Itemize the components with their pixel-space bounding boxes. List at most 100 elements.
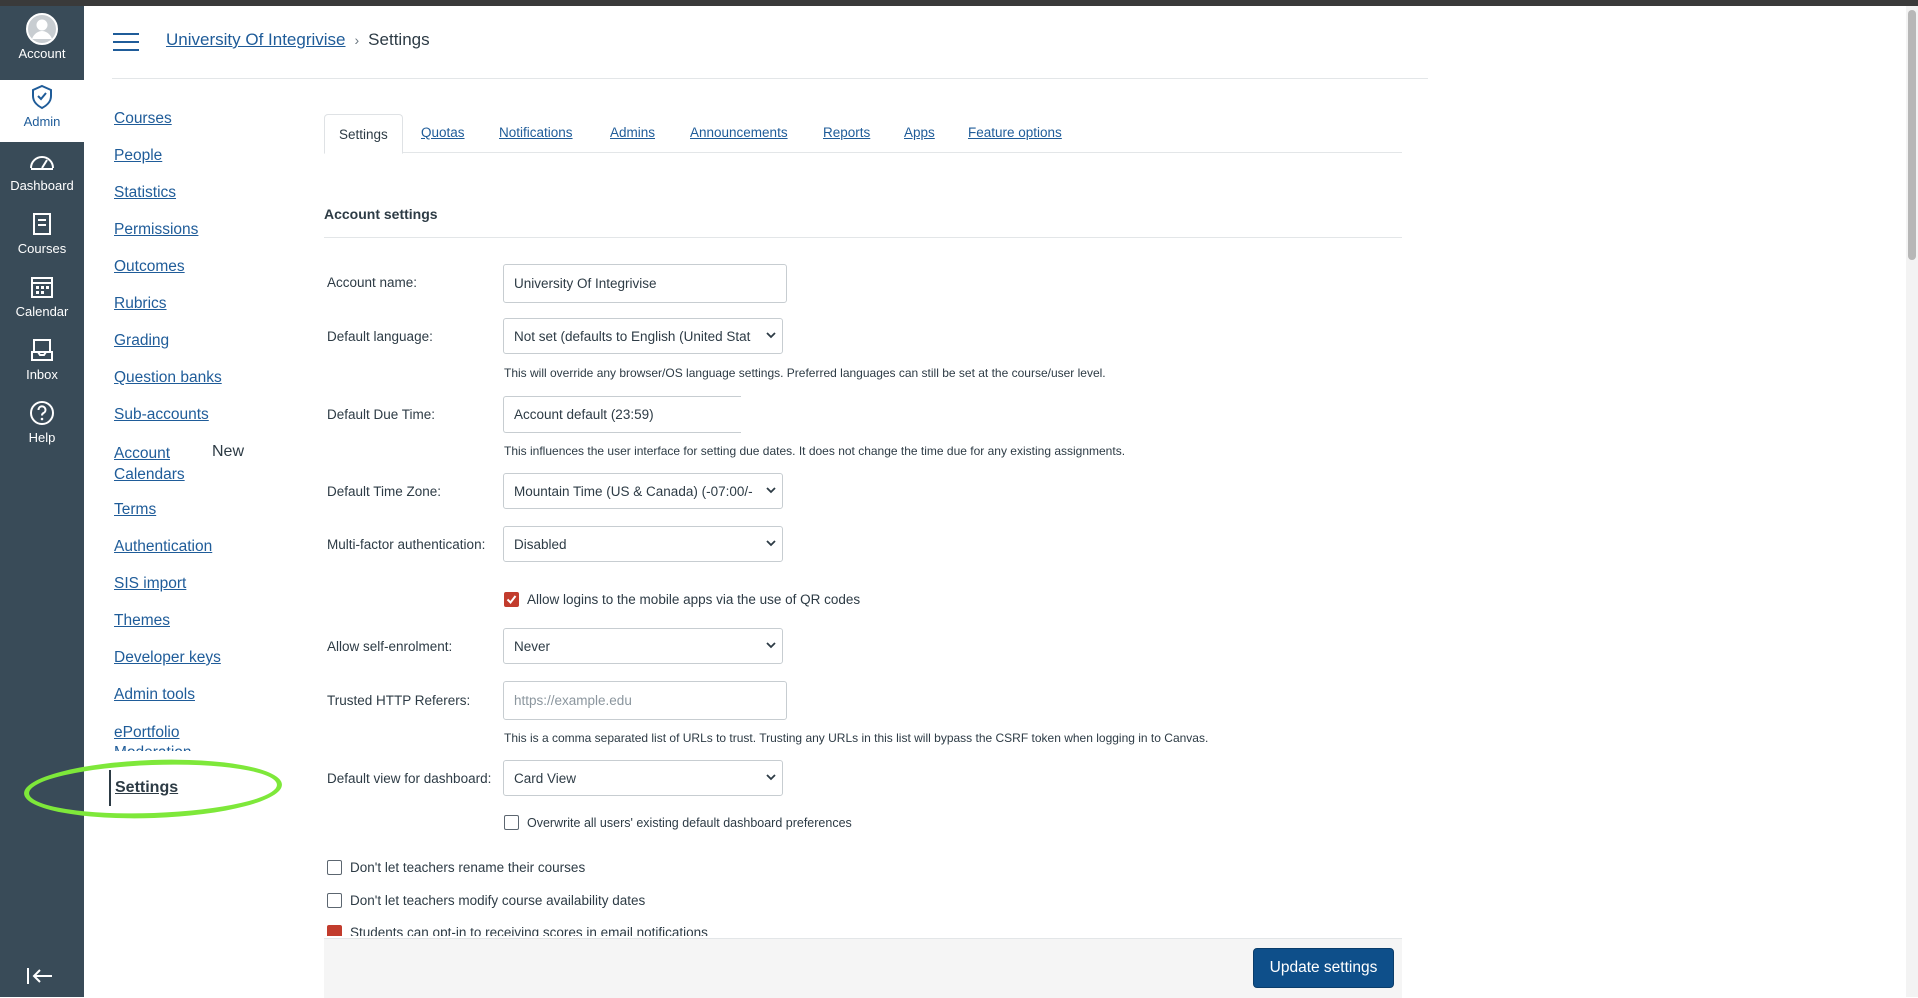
inbox-icon [30, 333, 54, 367]
global-nav-label: Inbox [26, 367, 58, 382]
due-time-hint: This influences the user interface for s… [504, 444, 1126, 458]
collapse-nav-icon[interactable] [26, 966, 58, 990]
subnav-authentication[interactable]: Authentication [114, 538, 212, 556]
subnav-courses[interactable]: Courses [114, 110, 172, 128]
subnav-permissions[interactable]: Permissions [114, 221, 198, 239]
global-nav-help[interactable]: Help [0, 396, 84, 458]
checkmark-icon [506, 595, 517, 605]
http-referers-input[interactable]: https://example.edu [503, 681, 787, 720]
chevron-down-icon [766, 774, 776, 781]
global-nav: Account Admin Dashboard Courses Calendar… [0, 6, 84, 997]
dashboard-view-value: Card View [514, 770, 577, 786]
global-nav-label: Courses [17, 241, 67, 256]
subnav-account-calendars[interactable]: Account Calendars [114, 443, 194, 485]
scrollbar-thumb[interactable] [1908, 10, 1916, 260]
form-actions-bar [324, 938, 1402, 998]
update-settings-button[interactable]: Update settings [1253, 948, 1394, 988]
tab-reports[interactable]: Reports [823, 114, 870, 151]
scores-email-checkbox-row: Students can opt-in to receiving scores … [327, 925, 708, 936]
chevron-down-icon [766, 332, 776, 339]
http-referers-label: Trusted HTTP Referers: [327, 693, 471, 708]
subnav-developer-keys[interactable]: Developer keys [114, 649, 221, 667]
no-availability-checkbox[interactable] [327, 893, 342, 908]
chevron-down-icon [766, 642, 776, 649]
tab-admins[interactable]: Admins [610, 114, 655, 151]
dashboard-icon [28, 144, 56, 178]
chevron-down-icon [766, 487, 776, 494]
subnav-terms[interactable]: Terms [114, 501, 156, 519]
time-zone-select[interactable]: Mountain Time (US & Canada) (-07:00/- [503, 473, 783, 509]
breadcrumb-root-link[interactable]: University Of Integrivise [166, 30, 346, 50]
subnav-eportfolio-moderation[interactable]: ePortfolio Moderation [114, 723, 214, 751]
global-nav-account[interactable]: Account [0, 12, 84, 74]
qr-login-checkbox[interactable] [504, 592, 519, 607]
global-nav-calendar[interactable]: Calendar [0, 270, 84, 332]
tab-settings[interactable]: Settings [324, 114, 403, 154]
default-language-label: Default language: [327, 329, 433, 344]
global-nav-label: Calendar [15, 304, 69, 319]
global-nav-dashboard[interactable]: Dashboard [0, 144, 84, 206]
account-name-label: Account name: [327, 275, 418, 290]
global-nav-courses[interactable]: Courses [0, 207, 84, 269]
account-name-input[interactable]: University Of Integrivise [503, 264, 787, 303]
hamburger-menu-icon[interactable] [113, 33, 139, 55]
global-nav-label: Dashboard [10, 178, 74, 193]
help-icon [29, 396, 55, 430]
subnav-rubrics[interactable]: Rubrics [114, 295, 167, 313]
global-nav-label: Admin [23, 114, 61, 129]
subnav-outcomes[interactable]: Outcomes [114, 258, 185, 276]
http-referers-hint: This is a comma separated list of URLs t… [504, 731, 1209, 745]
qr-login-label: Allow logins to the mobile apps via the … [527, 592, 861, 607]
subnav-admin-tools[interactable]: Admin tools [114, 686, 195, 704]
dashboard-view-label: Default view for dashboard: [327, 771, 492, 786]
subnav-sub-accounts[interactable]: Sub-accounts [114, 406, 209, 424]
tab-apps[interactable]: Apps [904, 114, 935, 151]
book-icon [31, 207, 53, 241]
global-nav-admin[interactable]: Admin [0, 80, 84, 142]
settings-tabs: Settings Quotas Notifications Admins Ann… [324, 114, 1402, 154]
section-title: Account settings [324, 206, 438, 222]
subnav-statistics[interactable]: Statistics [114, 184, 176, 202]
scores-email-checkbox[interactable] [327, 925, 342, 936]
subnav-people[interactable]: People [114, 147, 162, 165]
section-divider [324, 237, 1402, 238]
no-rename-checkbox[interactable] [327, 860, 342, 875]
mfa-select[interactable]: Disabled [503, 526, 783, 562]
time-zone-label: Default Time Zone: [327, 484, 442, 499]
default-language-select[interactable]: Not set (defaults to English (United Sta… [503, 318, 783, 354]
overwrite-checkbox-row: Overwrite all users' existing default da… [504, 815, 852, 830]
due-time-input[interactable]: Account default (23:59) [503, 396, 741, 433]
dashboard-view-select[interactable]: Card View [503, 760, 783, 796]
self-enrol-label: Allow self-enrolment: [327, 639, 453, 654]
user-avatar-icon [25, 12, 59, 46]
subnav-themes[interactable]: Themes [114, 612, 170, 630]
header-divider [112, 78, 1428, 79]
tab-announcements[interactable]: Announcements [690, 114, 788, 151]
no-availability-label: Don't let teachers modify course availab… [350, 893, 646, 908]
global-nav-label: Account [18, 46, 66, 61]
subnav-grading[interactable]: Grading [114, 332, 169, 350]
due-time-label: Default Due Time: [327, 407, 436, 422]
qr-login-checkbox-row: Allow logins to the mobile apps via the … [504, 592, 860, 607]
self-enrol-value: Never [514, 638, 551, 654]
no-availability-checkbox-row: Don't let teachers modify course availab… [327, 893, 645, 908]
scores-email-label: Students can opt-in to receiving scores … [350, 925, 708, 936]
global-nav-inbox[interactable]: Inbox [0, 333, 84, 395]
chevron-down-icon [766, 540, 776, 547]
no-rename-checkbox-row: Don't let teachers rename their courses [327, 860, 585, 875]
overwrite-checkbox[interactable] [504, 815, 519, 830]
self-enrol-select[interactable]: Never [503, 628, 783, 664]
subnav-question-banks[interactable]: Question banks [114, 369, 222, 387]
mfa-value: Disabled [514, 536, 567, 552]
default-language-value: Not set (defaults to English (United Sta… [514, 328, 751, 344]
breadcrumb-current: Settings [368, 30, 430, 49]
tab-notifications[interactable]: Notifications [499, 114, 573, 151]
mfa-label: Multi-factor authentication: [327, 537, 486, 552]
subnav-sis-import[interactable]: SIS import [114, 575, 186, 593]
no-rename-label: Don't let teachers rename their courses [350, 860, 586, 875]
tab-feature-options[interactable]: Feature options [968, 114, 1062, 151]
breadcrumb: University Of Integrivise › Settings [166, 30, 430, 50]
tab-quotas[interactable]: Quotas [421, 114, 465, 151]
shield-icon [30, 80, 54, 114]
window-top-bar [0, 0, 1918, 6]
